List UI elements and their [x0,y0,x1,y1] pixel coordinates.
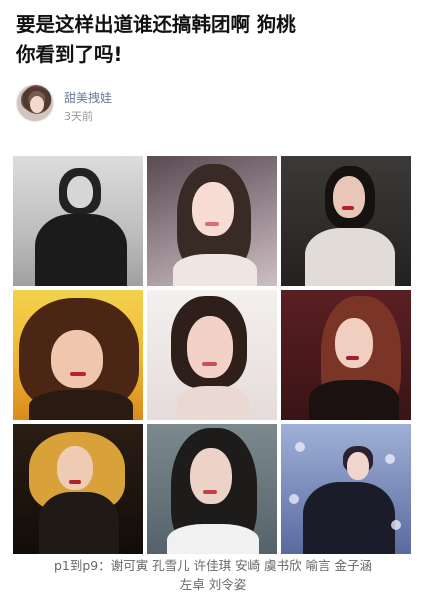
photo-7[interactable] [13,424,143,554]
caption-line-1: p1到p9：谢可寅 孔雪儿 许佳琪 安崎 虞书欣 喻言 金子涵 [53,558,373,573]
photo-grid [13,156,411,554]
author-name[interactable]: 甜美拽娃 [64,89,112,106]
photo-6[interactable] [281,290,411,420]
post-time: 3天前 [64,110,93,123]
article-title-line-1: 要是这样出道谁还搞韩团啊 狗桃 [16,13,296,36]
photo-caption: p1到p9：谢可寅 孔雪儿 许佳琪 安崎 虞书欣 喻言 金子涵 左卓 刘令姿 [0,556,426,594]
photo-2[interactable] [147,156,277,286]
photo-1[interactable] [13,156,143,286]
photo-9[interactable] [281,424,411,554]
photo-8[interactable] [147,424,277,554]
avatar-face-shape [30,96,44,113]
author-avatar[interactable] [16,84,54,122]
article-title-line-2: 你看到了吗! [16,43,123,66]
photo-3[interactable] [281,156,411,286]
caption-line-2: 左卓 刘令姿 [179,577,247,592]
photo-5[interactable] [147,290,277,420]
article-title: 要是这样出道谁还搞韩团啊 狗桃 你看到了吗! [16,10,416,70]
photo-4[interactable] [13,290,143,420]
author-info[interactable]: 甜美拽娃 3天前 [16,84,316,126]
